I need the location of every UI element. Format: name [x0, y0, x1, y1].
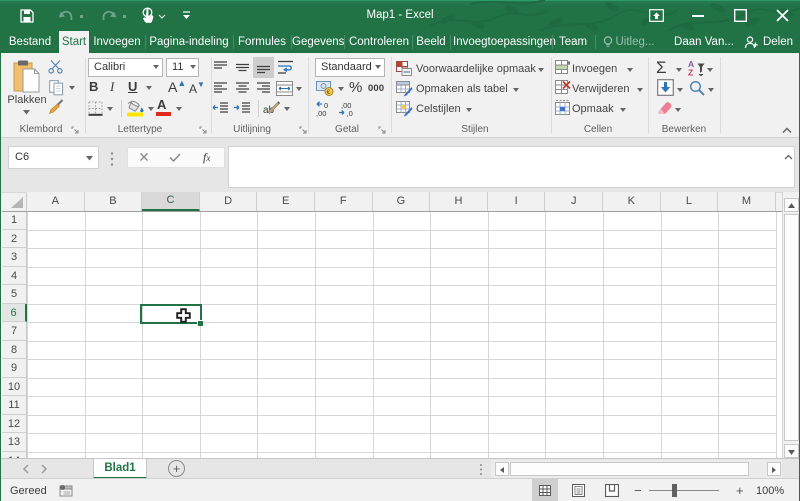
- svg-text:Z: Z: [688, 68, 693, 77]
- svg-text:,00: ,00: [316, 109, 326, 117]
- svg-text:,0: ,0: [347, 109, 353, 117]
